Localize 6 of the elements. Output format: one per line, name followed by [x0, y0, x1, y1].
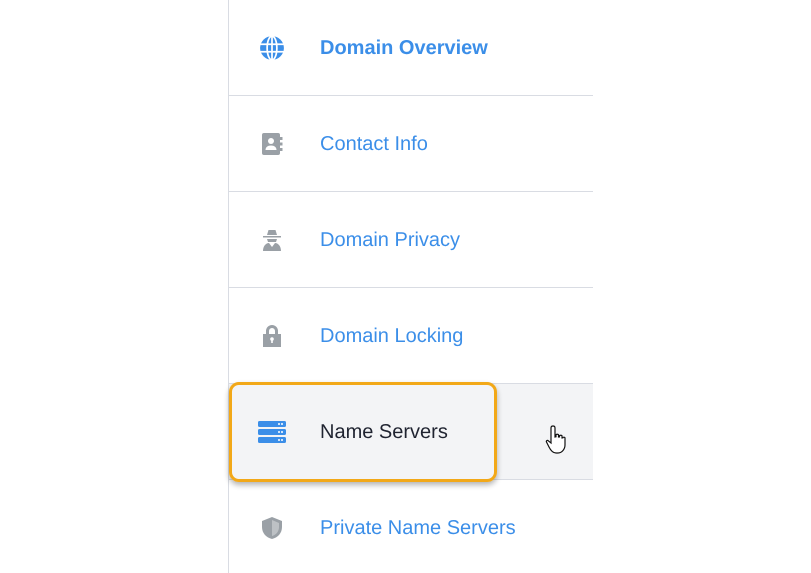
menu-link[interactable]: Contact Info [320, 128, 428, 158]
menu-link[interactable]: Name Servers [320, 416, 448, 446]
menu-link[interactable]: Private Name Servers [320, 513, 516, 543]
menu-link[interactable]: Domain Overview [320, 32, 488, 62]
menu-link[interactable]: Domain Locking [320, 320, 464, 350]
menu-link[interactable]: Domain Privacy [320, 224, 460, 254]
